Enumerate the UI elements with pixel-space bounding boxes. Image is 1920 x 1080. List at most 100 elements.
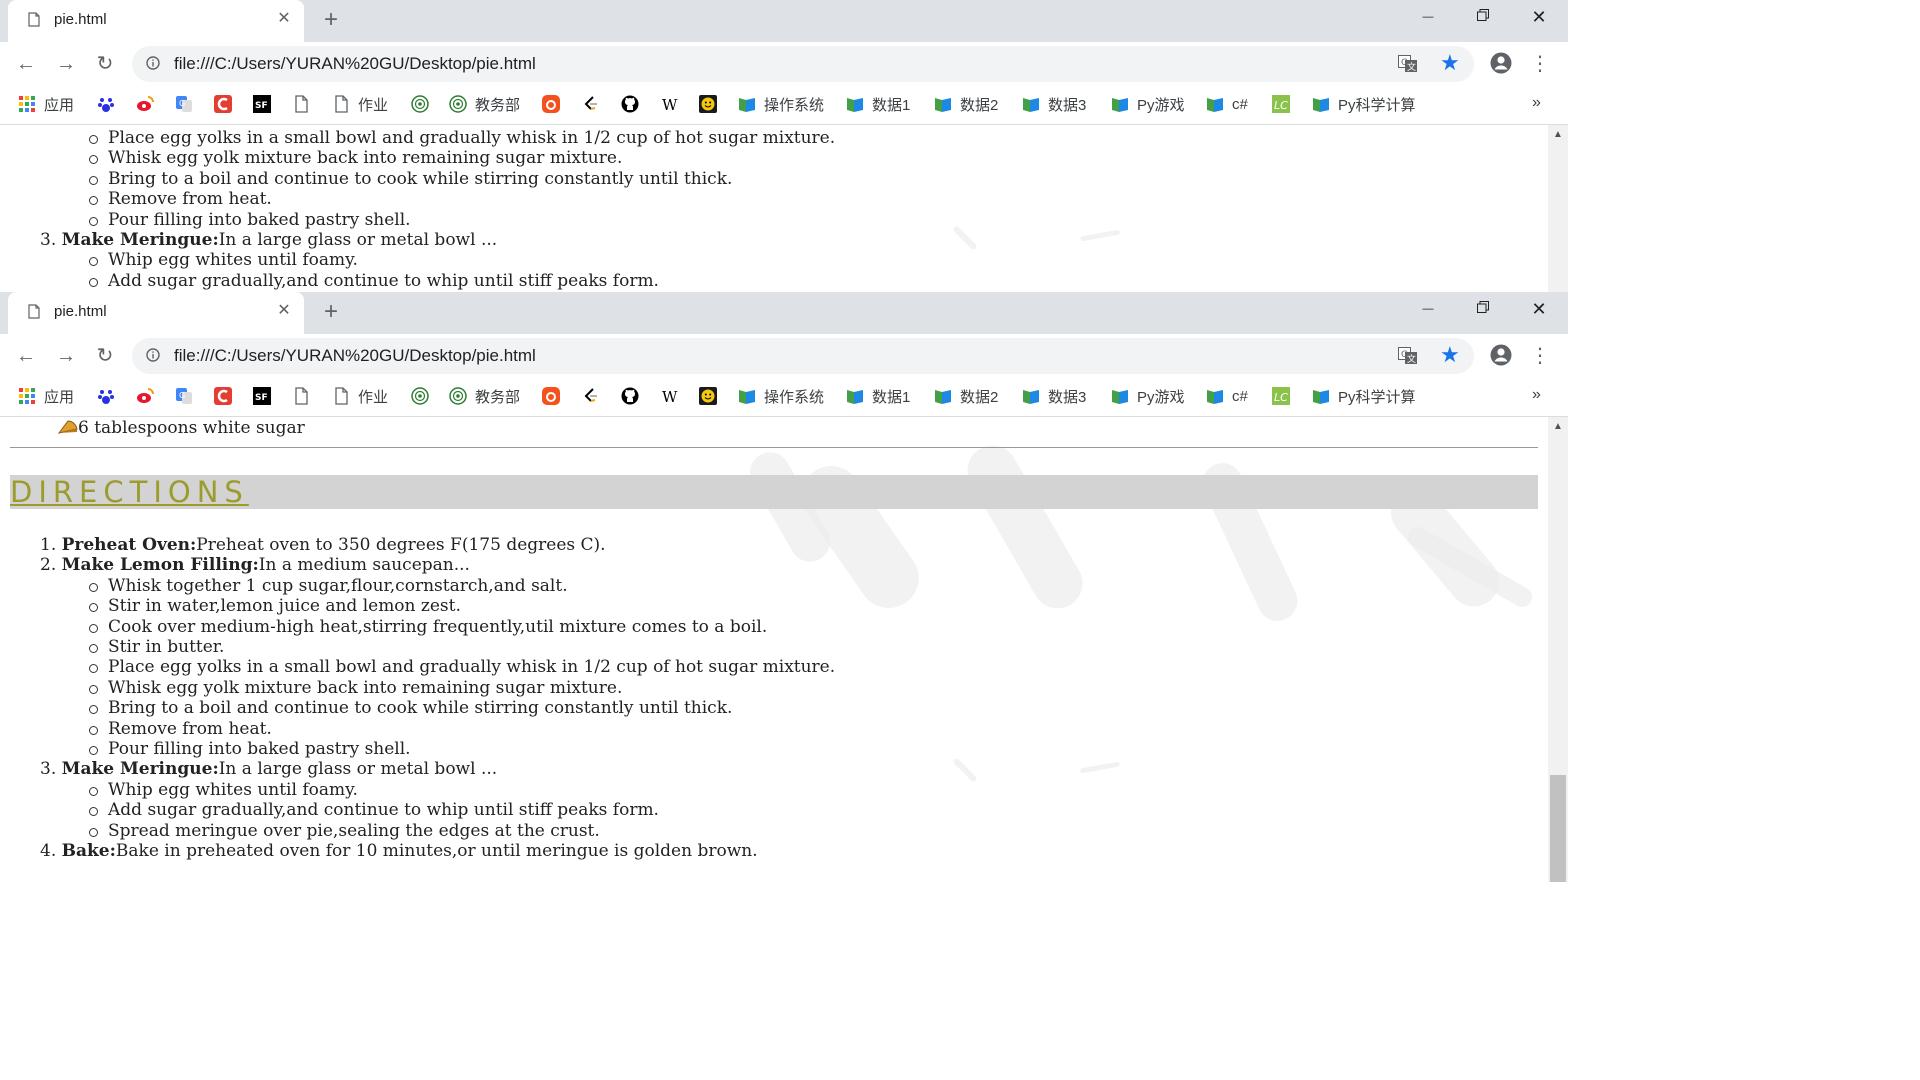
forward-button[interactable]: →: [52, 342, 80, 370]
address-bar[interactable]: file:///C:/Users/YURAN%20GU/Desktop/pie.…: [132, 338, 1474, 374]
bookmark-orange-app[interactable]: [542, 94, 560, 114]
tab-pie-html[interactable]: pie.html ✕: [8, 292, 304, 334]
close-tab-icon[interactable]: ✕: [274, 300, 294, 322]
bookmark-wikipedia[interactable]: W: [661, 386, 679, 406]
address-bar[interactable]: file:///C:/Users/YURAN%20GU/Desktop/pie.…: [132, 46, 1474, 82]
bookmark-leetcode[interactable]: [582, 386, 600, 406]
new-tab-button[interactable]: +: [318, 6, 344, 34]
restore-button[interactable]: [1455, 292, 1511, 328]
bookmark-baidu-paw[interactable]: [97, 386, 115, 406]
bookmark-item-0[interactable]: 应用: [18, 386, 74, 406]
bookmark-item-20[interactable]: c#: [1206, 386, 1248, 406]
bookmark-item-22[interactable]: Py科学计算: [1312, 94, 1416, 114]
minimize-button[interactable]: —: [1400, 292, 1456, 328]
scroll-up-arrow-icon[interactable]: ▲: [1553, 129, 1563, 140]
info-icon[interactable]: [146, 56, 160, 70]
more-bookmarks-button[interactable]: »: [1532, 94, 1541, 112]
url-text[interactable]: file:///C:/Users/YURAN%20GU/Desktop/pie.…: [174, 346, 536, 366]
info-icon[interactable]: [146, 348, 160, 362]
bookmark-item-18[interactable]: 数据3: [1022, 94, 1086, 114]
bookmark-smiley[interactable]: [699, 386, 717, 406]
bookmark-item-7[interactable]: 作业: [332, 94, 388, 114]
new-tab-button[interactable]: +: [318, 298, 344, 326]
scrollbar-thumb[interactable]: [1550, 775, 1566, 882]
close-window-button[interactable]: ✕: [1511, 0, 1567, 36]
direction-substep: Whisk egg yolk mixture back into remaini…: [108, 148, 623, 169]
account-icon[interactable]: [1490, 344, 1512, 366]
bookmark-csdn[interactable]: [214, 94, 232, 114]
orange-app-icon: [542, 387, 560, 405]
more-bookmarks-button[interactable]: »: [1532, 386, 1541, 404]
bookmark-wikipedia[interactable]: W: [661, 94, 679, 114]
back-button[interactable]: ←: [12, 50, 40, 78]
bookmark-item-17[interactable]: 数据2: [934, 386, 998, 406]
url-text[interactable]: file:///C:/Users/YURAN%20GU/Desktop/pie.…: [174, 54, 536, 74]
svg-text:SF: SF: [255, 101, 268, 111]
bookmark-google-translate[interactable]: G: [175, 94, 193, 114]
bookmark-school-emblem[interactable]: [411, 386, 429, 406]
bookmark-orange-app[interactable]: [542, 386, 560, 406]
close-window-button[interactable]: ✕: [1511, 292, 1567, 328]
bookmark-item-20[interactable]: c#: [1206, 94, 1248, 114]
vertical-scrollbar[interactable]: ▲: [1548, 417, 1568, 882]
bookmark-item-0[interactable]: 应用: [18, 94, 74, 114]
bookmark-segmentfault[interactable]: SF: [253, 386, 271, 406]
bookmark-page[interactable]: [292, 94, 310, 114]
bookmark-item-19[interactable]: Py游戏: [1111, 386, 1185, 406]
bookmark-star-icon[interactable]: ★: [1440, 50, 1460, 76]
bookmark-item-15[interactable]: 操作系统: [738, 94, 824, 114]
translate-icon[interactable]: G文: [1398, 347, 1418, 365]
bookmark-leetcode[interactable]: [582, 94, 600, 114]
page-icon: [332, 95, 350, 113]
account-icon[interactable]: [1490, 52, 1512, 74]
bookmark-item-18[interactable]: 数据3: [1022, 386, 1086, 406]
bookmark-smiley[interactable]: [699, 94, 717, 114]
svg-text:W: W: [662, 388, 678, 405]
minimize-button[interactable]: —: [1400, 0, 1456, 36]
bookmark-google-translate[interactable]: G: [175, 386, 193, 406]
bookmark-school-emblem[interactable]: [411, 94, 429, 114]
bookmark-page[interactable]: [292, 386, 310, 406]
step-title: Make Meringue:: [61, 230, 219, 250]
bookmark-item-16[interactable]: 数据1: [846, 94, 910, 114]
bookmark-item-15[interactable]: 操作系统: [738, 386, 824, 406]
background-spoon-decoration: [952, 757, 978, 783]
reload-button[interactable]: ↻: [91, 50, 119, 78]
bookmark-lc-square[interactable]: LC: [1272, 94, 1290, 114]
bookmark-lc-square[interactable]: LC: [1272, 386, 1290, 406]
direction-step: 1. Preheat Oven:Preheat oven to 350 degr…: [40, 535, 606, 555]
bookmark-baidu-paw[interactable]: [97, 94, 115, 114]
reload-button[interactable]: ↻: [91, 342, 119, 370]
step-text: In a large glass or metal bowl ...: [218, 230, 498, 250]
direction-step: 2. Make Lemon Filling:In a medium saucep…: [40, 555, 470, 575]
translate-icon[interactable]: G文: [1398, 55, 1418, 73]
bookmark-item-7[interactable]: 作业: [332, 386, 388, 406]
step-title: Bake:: [61, 841, 116, 861]
menu-icon[interactable]: ⋮: [1530, 342, 1550, 370]
close-tab-icon[interactable]: ✕: [274, 8, 294, 30]
bookmark-star-icon[interactable]: ★: [1440, 342, 1460, 368]
tab-pie-html[interactable]: pie.html ✕: [8, 0, 304, 42]
vertical-scrollbar[interactable]: ▲: [1548, 125, 1568, 292]
back-button[interactable]: ←: [12, 342, 40, 370]
bookmark-segmentfault[interactable]: SF: [253, 94, 271, 114]
scroll-up-arrow-icon[interactable]: ▲: [1553, 421, 1563, 432]
bookmark-item-19[interactable]: Py游戏: [1111, 94, 1185, 114]
google-translate-icon: G: [175, 95, 193, 113]
direction-substep: Remove from heat.: [108, 718, 272, 739]
menu-icon[interactable]: ⋮: [1530, 50, 1550, 78]
restore-button[interactable]: [1455, 0, 1511, 36]
bookmark-item-22[interactable]: Py科学计算: [1312, 386, 1416, 406]
svg-text:文: 文: [1407, 353, 1416, 365]
bookmark-item-17[interactable]: 数据2: [934, 94, 998, 114]
bookmark-item-16[interactable]: 数据1: [846, 386, 910, 406]
bookmark-weibo[interactable]: [136, 94, 154, 114]
bookmark-item-9[interactable]: 教务部: [449, 386, 520, 406]
bullet-icon: [89, 684, 98, 694]
bookmark-csdn[interactable]: [214, 386, 232, 406]
bookmark-github[interactable]: [621, 386, 639, 406]
bookmark-item-9[interactable]: 教务部: [449, 94, 520, 114]
forward-button[interactable]: →: [52, 50, 80, 78]
bookmark-weibo[interactable]: [136, 386, 154, 406]
bookmark-github[interactable]: [621, 94, 639, 114]
